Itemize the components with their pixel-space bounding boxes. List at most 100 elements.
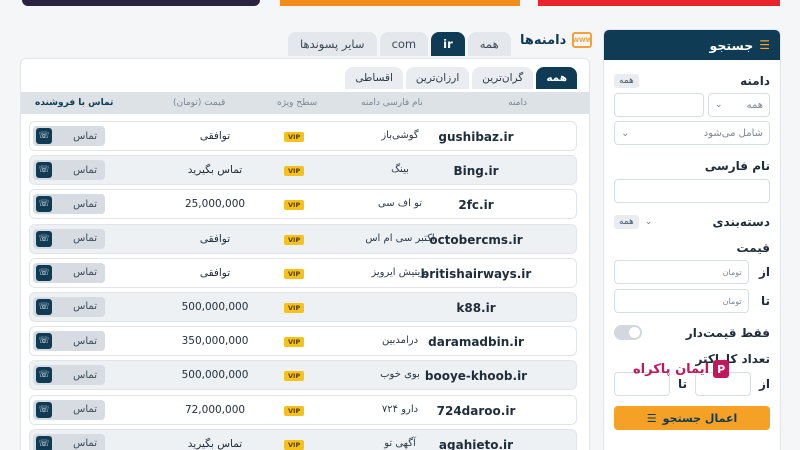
domain-price: تماس بگیرید xyxy=(187,437,243,450)
col-domain: دامنه xyxy=(508,98,527,108)
sort-tabs: همه گران‌ترین ارزان‌ترین اقساطی xyxy=(345,67,577,89)
tab-com[interactable]: com xyxy=(379,32,429,56)
contact-label: تماس xyxy=(73,438,97,450)
contact-seller-button[interactable]: ☏ تماس xyxy=(33,296,105,317)
contact-seller-button[interactable]: ☏ تماس xyxy=(33,433,105,450)
vip-badge: VIP xyxy=(284,234,305,245)
phone-icon: ☏ xyxy=(36,128,52,144)
filter-icon: ☰ xyxy=(759,38,770,52)
match-select[interactable]: شامل می‌شود ⌄ xyxy=(614,121,770,145)
contact-seller-button[interactable]: ☏ تماس xyxy=(33,228,105,249)
vip-badge: VIP xyxy=(284,268,305,279)
domain-price: 500,000,000 xyxy=(181,369,249,382)
table-row[interactable]: agahieto.ir آگهی تو VIP تماس بگیرید ☏ تماس xyxy=(29,428,577,450)
col-fa-name: نام فارسی دامنه xyxy=(361,98,423,108)
sort-tab-most-expensive[interactable]: گران‌ترین xyxy=(472,67,534,89)
phone-icon: ☏ xyxy=(36,230,52,247)
phone-icon: ☏ xyxy=(36,162,52,179)
domain-chip[interactable]: همه xyxy=(614,74,639,88)
page-title-text: دامنه‌ها xyxy=(520,32,567,48)
table-row[interactable]: booye-khoob.ir بوی خوب VIP 500,000,000 ☏ تماس xyxy=(29,360,577,391)
domain-fa-name: تو اف سی xyxy=(377,198,423,210)
search-sidebar: جستجو ☰ دامنه همه همه ⌄ شامل می‌شود ⌄ نا… xyxy=(603,29,781,450)
vip-badge: VIP xyxy=(284,405,305,416)
vip-badge: VIP xyxy=(284,166,305,177)
domain-fa-name: آگهی تو xyxy=(384,437,416,449)
table-row[interactable]: britishairways.ir بریتیش ایرویز VIP توافقی ☏… xyxy=(29,257,577,288)
contact-label: تماس xyxy=(73,369,97,381)
tld-tabs: سایر پسوندها com ir همه xyxy=(288,32,511,56)
contact-label: تماس xyxy=(73,335,97,347)
tab-ir[interactable]: ir xyxy=(431,32,465,56)
col-level: سطح ویژه xyxy=(277,98,318,108)
domain-fa-name: بریتیش ایرویز xyxy=(371,266,429,278)
contact-label: تماس xyxy=(73,198,97,210)
priced-only-toggle[interactable] xyxy=(614,325,642,340)
domain-fa-name: بوی خوب xyxy=(380,369,420,381)
watermark: P ایمان پاکراه xyxy=(633,360,730,378)
sort-tab-installment[interactable]: اقساطی xyxy=(345,67,403,89)
price-from-input[interactable]: تومان xyxy=(614,260,749,284)
table-header: دامنه نام فارسی دامنه سطح ویژه قیمت (توم… xyxy=(21,92,589,114)
top-banner-red[interactable] xyxy=(538,0,780,6)
search-header: جستجو ☰ xyxy=(604,30,780,60)
table-row[interactable]: daramadbin.ir درامدبین VIP 350,000,000 ☏ تماس xyxy=(29,326,577,357)
table-row[interactable]: 2fc.ir تو اف سی VIP 25,000,000 ☏ تماس xyxy=(29,189,577,220)
sort-tab-all[interactable]: همه xyxy=(536,67,577,89)
domain-price: 500,000,000 xyxy=(181,300,249,313)
sort-tab-cheapest[interactable]: ارزان‌ترین xyxy=(405,67,470,89)
col-contact: تماس با فروشنده xyxy=(35,98,114,108)
vip-badge: VIP xyxy=(284,302,305,313)
domain-price: 25,000,000 xyxy=(184,198,246,211)
watermark-logo-icon: P xyxy=(713,360,730,378)
domain-fa-name: بینگ xyxy=(391,164,409,176)
top-banner-dark[interactable] xyxy=(22,0,260,6)
vip-badge: VIP xyxy=(284,200,305,211)
table-row[interactable]: Bing.ir بینگ VIP تماس بگیرید ☏ تماس xyxy=(29,155,577,186)
phone-icon: ☏ xyxy=(36,435,52,450)
contact-seller-button[interactable]: ☏ تماس xyxy=(33,331,105,352)
tld-select-value: همه xyxy=(746,99,763,111)
contact-seller-button[interactable]: ☏ تماس xyxy=(33,160,105,181)
contact-label: تماس xyxy=(73,267,97,279)
fa-name-input[interactable] xyxy=(614,179,770,203)
tab-other-tlds[interactable]: سایر پسوندها xyxy=(288,32,377,56)
contact-label: تماس xyxy=(73,404,97,415)
match-select-value: شامل می‌شود xyxy=(703,127,763,139)
table-row[interactable]: k88.ir VIP 500,000,000 ☏ تماس xyxy=(29,291,577,322)
vip-badge: VIP xyxy=(284,371,305,382)
contact-seller-button[interactable]: ☏ تماس xyxy=(33,262,105,283)
domain-icon: WWW xyxy=(572,32,593,48)
phone-icon: ☏ xyxy=(36,298,52,315)
category-chip[interactable]: همه xyxy=(614,215,639,229)
contact-seller-button[interactable]: ☏ تماس xyxy=(33,126,105,146)
phone-icon: ☏ xyxy=(36,333,52,350)
domain-input[interactable] xyxy=(614,93,704,117)
price-label: قیمت xyxy=(736,241,770,255)
search-title: جستجو xyxy=(709,37,754,53)
tld-select[interactable]: همه ⌄ xyxy=(708,93,770,117)
table-row[interactable]: gushibaz.ir گوشی‌باز VIP توافقی ☏ تماس xyxy=(29,121,577,151)
domain-price: 72,000,000 xyxy=(184,403,246,416)
chevron-down-icon[interactable]: ⌄ xyxy=(645,217,653,227)
domain-name[interactable]: k88.ir xyxy=(406,301,546,315)
fa-name-label: نام فارسی xyxy=(704,159,770,173)
page-title: دامنه‌ها WWW xyxy=(520,32,593,48)
table-row[interactable]: 724daroo.ir ۷۲۴ دارو VIP 72,000,000 ☏ تماس xyxy=(29,394,577,425)
table-row[interactable]: octobercms.ir اکتبر سی ام اس VIP توافقی ☏ تما… xyxy=(29,223,577,254)
price-from-label: از xyxy=(758,265,770,279)
contact-seller-button[interactable]: ☏ تماس xyxy=(33,399,105,420)
tab-all-tlds[interactable]: همه xyxy=(467,32,511,56)
table-body: gushibaz.ir گوشی‌باز VIP توافقی ☏ تماس Bing.ir… xyxy=(29,121,577,450)
contact-seller-button[interactable]: ☏ تماس xyxy=(33,194,105,215)
vip-badge: VIP xyxy=(284,337,305,348)
contact-seller-button[interactable]: ☏ تماس xyxy=(33,365,105,386)
domain-fa-name: ۷۲۴ دارو xyxy=(381,403,419,415)
apply-search-button[interactable]: اعمال جستجو ☰ xyxy=(614,406,770,430)
top-banner-orange[interactable] xyxy=(280,0,520,6)
price-to-input[interactable]: تومان xyxy=(614,289,749,313)
domain-list-panel: همه گران‌ترین ارزان‌ترین اقساطی دامنه نا… xyxy=(20,58,590,450)
domain-fa-name: گوشی‌باز xyxy=(381,130,419,141)
price-to-label: تا xyxy=(760,294,770,308)
phone-icon: ☏ xyxy=(36,367,52,384)
